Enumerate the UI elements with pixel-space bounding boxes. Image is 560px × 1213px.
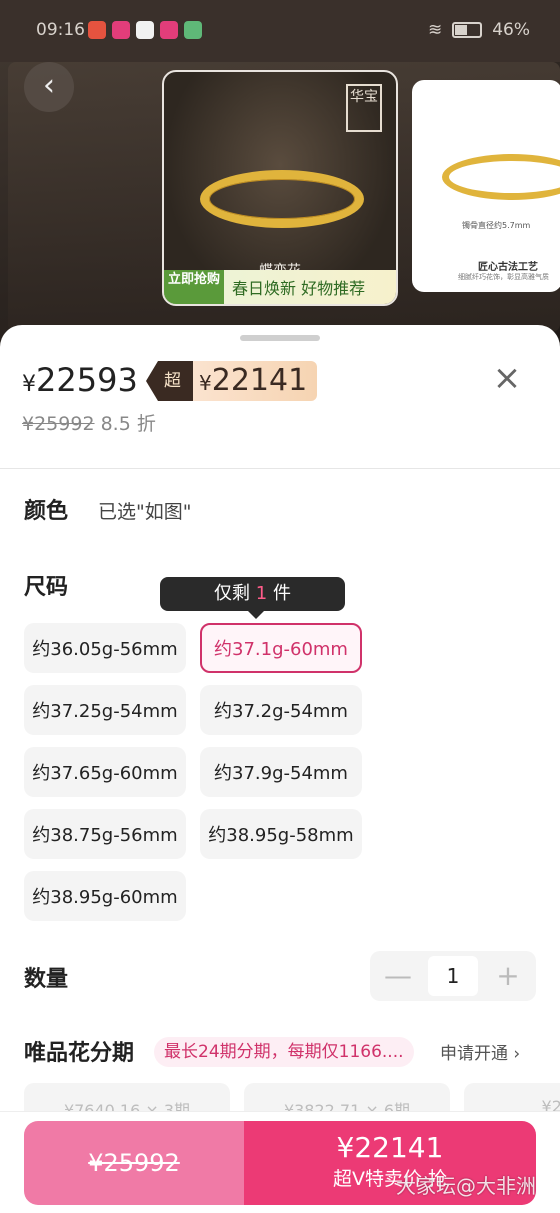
product-image-main[interactable]: 华宝 蝶恋花 立即抢购 春日焕新 好物推荐: [162, 70, 398, 306]
divider: [0, 468, 560, 469]
status-time: 09:16: [36, 20, 85, 40]
discount-label: 8.5 折: [100, 413, 156, 435]
app-notification-icon: [88, 21, 106, 39]
installment-tag: 最长24期分期，每期仅1166....: [154, 1037, 414, 1067]
original-price-row: ¥25992 8.5 折: [22, 409, 156, 436]
size-label: 尺码: [24, 575, 69, 600]
super-v-tag: 超V: [146, 361, 193, 401]
thumb-caption-title: 匠心古法工艺: [478, 262, 538, 273]
size-option[interactable]: 约38.75g-56mm: [24, 809, 186, 859]
music-app-icon: [136, 21, 154, 39]
installment-label: 唯品花分期: [24, 1041, 135, 1066]
back-button[interactable]: ‹: [24, 62, 74, 112]
product-media-area: ‹ 华宝 蝶恋花 立即抢购 春日焕新 好物推荐 镯骨直径约5.7mm 匠心古法工…: [0, 62, 560, 342]
size-options: 约36.05g-56mm 约37.1g-60mm 约37.25g-54mm 约37.2…: [24, 623, 384, 921]
status-right: ≋ 46%: [428, 20, 530, 40]
size-option[interactable]: 约38.95g-58mm: [200, 809, 362, 859]
size-option[interactable]: 约36.05g-56mm: [24, 623, 186, 673]
promo-banner: 立即抢购 春日焕新 好物推荐: [164, 270, 396, 304]
size-option[interactable]: 约37.65g-60mm: [24, 747, 186, 797]
product-image-second[interactable]: 镯骨直径约5.7mm 匠心古法工艺 细腻纤巧花饰，彰显高雅气质: [412, 80, 560, 292]
size-option[interactable]: 约37.9g-54mm: [200, 747, 362, 797]
battery-icon: [452, 22, 483, 38]
sheet-drag-handle[interactable]: [240, 335, 320, 341]
quantity-plus-button[interactable]: +: [488, 956, 528, 996]
size-option[interactable]: 约37.25g-54mm: [24, 685, 186, 735]
super-v-buy-price: ¥22141: [336, 1131, 444, 1164]
thumb-caption: 镯骨直径约5.7mm: [462, 221, 531, 230]
stock-tooltip: 仅剩 1 件: [160, 577, 345, 619]
video-app-icon: [112, 21, 130, 39]
buy-original-price-button[interactable]: ¥25992: [24, 1121, 244, 1205]
super-v-price: 超V ¥22141: [146, 361, 318, 401]
quantity-minus-button[interactable]: —: [378, 956, 418, 996]
size-option[interactable]: 约38.95g-60mm: [24, 871, 186, 921]
installment-apply-link[interactable]: 申请开通 ›: [440, 1039, 520, 1064]
sku-selection-sheet: ¥22593 超V ¥22141 ¥25992 8.5 折 × 颜色 已选"如图…: [0, 325, 560, 1213]
bangle-image: [200, 170, 364, 228]
super-v-price-value: ¥22141: [193, 361, 318, 401]
mi-app-icon: [184, 21, 202, 39]
original-price: ¥25992: [22, 413, 95, 435]
close-icon[interactable]: ×: [490, 361, 524, 397]
brand-logo: 华宝: [346, 84, 382, 132]
bangle-image-2: [442, 154, 560, 200]
quantity-value[interactable]: 1: [428, 956, 478, 996]
size-option[interactable]: 约37.2g-54mm: [200, 685, 362, 735]
status-bar: 09:16 ≋ 46%: [0, 0, 560, 62]
price-block: ¥22593 超V ¥22141: [22, 361, 318, 401]
current-price: ¥22593: [22, 361, 138, 399]
wifi-icon: ≋: [427, 20, 443, 40]
video-app-icon-2: [160, 21, 178, 39]
notification-icons: [88, 21, 202, 39]
battery-percent: 46%: [492, 20, 530, 40]
watermark: 大家坛@大非洲: [396, 1174, 536, 1198]
promo-badge: 立即抢购: [164, 270, 224, 304]
color-value: 已选"如图": [98, 501, 192, 523]
color-label: 颜色: [24, 499, 69, 524]
promo-text: 春日焕新 好物推荐: [232, 279, 366, 298]
size-option[interactable]: 约37.1g-60mm: [200, 623, 362, 673]
quantity-label: 数量: [24, 967, 69, 992]
quantity-stepper: — 1 +: [370, 951, 536, 1001]
thumb-caption-sub: 细腻纤巧花饰，彰显高雅气质: [458, 273, 549, 281]
